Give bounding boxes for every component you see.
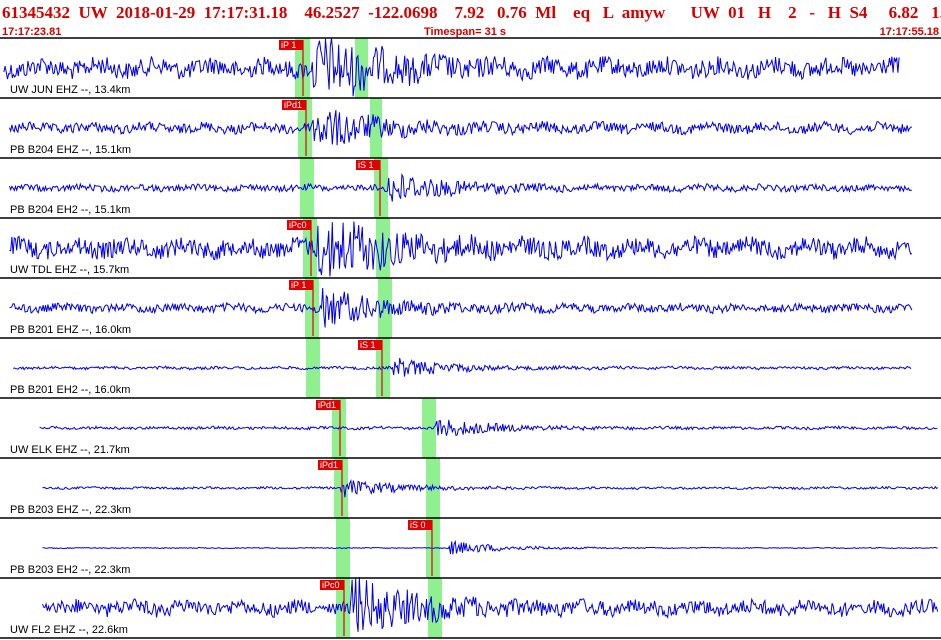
- waveform-trace: [9, 172, 912, 202]
- waveform-trace: [42, 539, 938, 555]
- waveform-trace: [9, 287, 913, 328]
- trace-panel: iP 1 UW JUN EHZ --, 13.4km: [0, 37, 941, 98]
- station-label: UW ELK EHZ --, 21.7km: [10, 444, 130, 456]
- pick-label: iPd1: [320, 460, 338, 470]
- event-summary: 61345432 UW 2018-01-29 17:17:31.18 46.25…: [2, 3, 941, 22]
- end-time: 17:17:55.18: [879, 26, 939, 38]
- station-label: UW FL2 EHZ --, 22.6km: [10, 624, 128, 636]
- station-label: PB B204 EHZ --, 15.1km: [10, 144, 131, 156]
- station-label: PB B201 EHZ --, 16.0km: [10, 324, 131, 336]
- station-label: PB B203 EH2 --, 22.3km: [10, 564, 130, 576]
- station-label: PB B203 EHZ --, 22.3km: [10, 504, 131, 516]
- pick-label: iPd1: [284, 100, 302, 110]
- pick-label: iS 1: [358, 160, 374, 170]
- trace-panel: iP 1 PB B201 EHZ --, 16.0km: [0, 277, 941, 338]
- timespan: Timespan= 31 s: [424, 26, 507, 38]
- station-label: UW TDL EHZ --, 15.7km: [10, 264, 129, 276]
- pick-label: iS 0: [410, 520, 426, 530]
- seismogram-plot: iP 1 UW JUN EHZ --, 13.4km iPd1 PB B204 EHZ…: [0, 37, 941, 639]
- trace-panel: iS 0 PB B203 EH2 --, 22.3km: [0, 517, 941, 578]
- pick-label: iS 1: [360, 340, 376, 350]
- station-label: PB B204 EH2 --, 15.1km: [10, 204, 130, 216]
- header: 61345432 UW 2018-01-29 17:17:31.18 46.25…: [0, 0, 941, 38]
- pick-label: iPc0: [322, 580, 340, 590]
- pick-label: iP 1: [281, 40, 296, 50]
- pick-label: iPc0: [289, 220, 307, 230]
- station-label: UW JUN EHZ --, 13.4km: [10, 84, 130, 96]
- waveform-trace: [42, 479, 938, 498]
- waveform-trace: [3, 38, 900, 97]
- trace-panel: iPd1 PB B203 EHZ --, 22.3km: [0, 457, 941, 518]
- station-label: PB B201 EH2 --, 16.0km: [10, 384, 130, 396]
- trace-panel: iPd1 UW ELK EHZ --, 21.7km: [0, 397, 941, 458]
- trace-panel: iS 1 PB B204 EH2 --, 15.1km: [0, 157, 941, 218]
- waveform-trace: [9, 221, 913, 277]
- pick-label: iPd1: [318, 400, 336, 410]
- waveform-trace: [9, 110, 913, 146]
- s-pick-window: [428, 578, 442, 638]
- waveform-trace: [42, 577, 939, 632]
- waveform-trace: [39, 419, 938, 437]
- trace-panel: iS 1 PB B201 EH2 --, 16.0km: [0, 337, 941, 398]
- trace-panel: iPd1 PB B204 EHZ --, 15.1km: [0, 97, 941, 158]
- waveform-trace: [13, 357, 912, 377]
- trace-panel: iPc0 UW TDL EHZ --, 15.7km: [0, 217, 941, 278]
- pick-label: iP 1: [291, 280, 306, 290]
- trace-panel: iPc0 UW FL2 EHZ --, 22.6km: [0, 577, 941, 638]
- start-time: 17:17:23.81: [2, 26, 62, 38]
